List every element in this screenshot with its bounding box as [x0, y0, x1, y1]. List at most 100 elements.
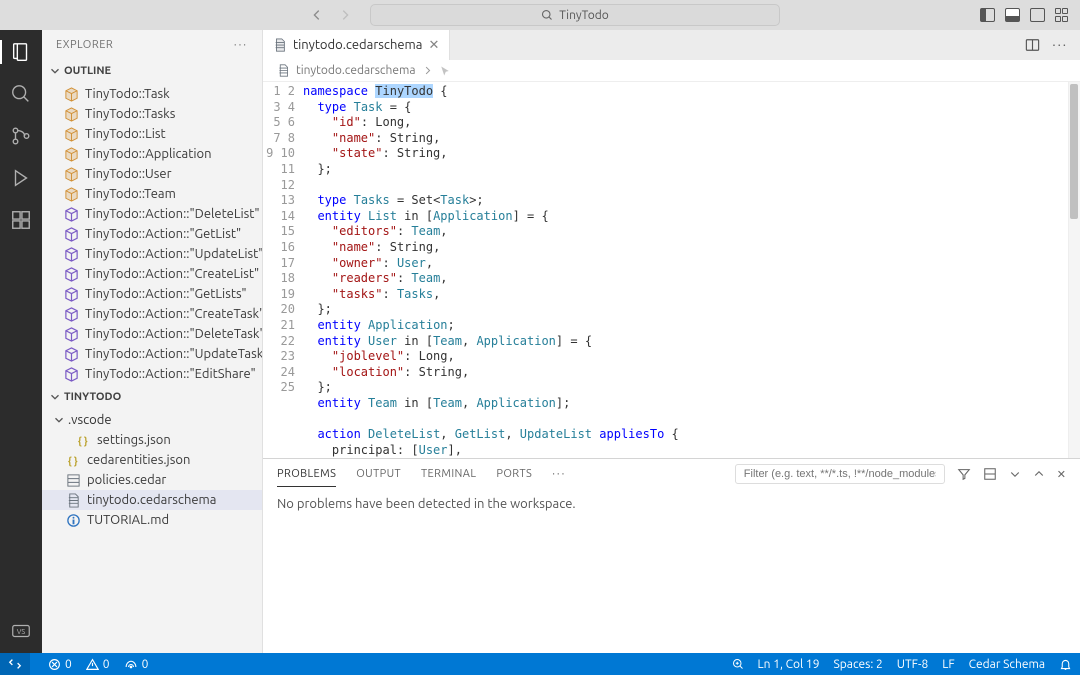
outline-item[interactable]: TinyTodo::Action::"EditShare": [42, 364, 262, 384]
folder-item[interactable]: .vscode: [42, 410, 262, 430]
outline-label: TinyTodo::Tasks: [85, 107, 175, 121]
outline-item[interactable]: TinyTodo::Application: [42, 144, 262, 164]
status-ln-col[interactable]: Ln 1, Col 19: [758, 658, 820, 671]
tab-terminal[interactable]: TERMINAL: [421, 468, 476, 480]
outline-label: TinyTodo::Action::"DeleteList": [85, 207, 260, 221]
explorer-icon[interactable]: [9, 40, 33, 64]
file-item[interactable]: { }settings.json: [42, 430, 262, 450]
status-eol[interactable]: LF: [942, 658, 954, 671]
editor-area: tinytodo.cedarschema ✕ ··· tinytodo.ceda…: [263, 30, 1080, 653]
split-editor-icon[interactable]: [1025, 38, 1040, 52]
status-spaces[interactable]: Spaces: 2: [833, 658, 882, 671]
outline-item[interactable]: TinyTodo::List: [42, 124, 262, 144]
problems-filter[interactable]: [735, 464, 945, 484]
explorer-header: EXPLORER ···: [42, 30, 262, 60]
outline-label: TinyTodo::Action::"CreateTask": [85, 307, 263, 321]
svg-text:VS: VS: [17, 628, 26, 636]
status-language[interactable]: Cedar Schema: [969, 658, 1045, 671]
project-label: TINYTODO: [64, 391, 121, 403]
minimap[interactable]: [1068, 82, 1080, 458]
toggle-panel-icon[interactable]: [1005, 8, 1020, 22]
breadcrumb-label: tinytodo.cedarschema: [296, 64, 416, 77]
collapse-icon[interactable]: [983, 467, 997, 481]
cursor-icon: [439, 65, 451, 77]
search-icon[interactable]: [9, 82, 33, 106]
status-encoding[interactable]: UTF-8: [897, 658, 928, 671]
code-content[interactable]: namespace TinyTodo { type Task = { "id":…: [303, 82, 1068, 458]
search-placeholder: TinyTodo: [559, 9, 609, 22]
status-zoom[interactable]: [732, 658, 744, 670]
chevron-down-icon: [48, 64, 62, 78]
outline-item[interactable]: TinyTodo::Action::"GetList": [42, 224, 262, 244]
activity-bar: VS: [0, 30, 42, 653]
close-icon[interactable]: ✕: [428, 38, 439, 53]
chevron-right-icon: [422, 65, 433, 76]
outline-item[interactable]: TinyTodo::Tasks: [42, 104, 262, 124]
customize-layout-icon[interactable]: [1055, 8, 1070, 22]
toggle-primary-sidebar-icon[interactable]: [980, 8, 995, 22]
panel-more-icon[interactable]: ···: [552, 468, 566, 480]
overview-ruler[interactable]: [1070, 84, 1078, 219]
file-label: policies.cedar: [87, 473, 166, 487]
outline-item[interactable]: TinyTodo::Action::"DeleteList": [42, 204, 262, 224]
outline-item[interactable]: TinyTodo::User: [42, 164, 262, 184]
back-icon[interactable]: [310, 8, 324, 22]
outline-item[interactable]: TinyTodo::Action::"CreateList": [42, 264, 262, 284]
outline-item[interactable]: TinyTodo::Team: [42, 184, 262, 204]
outline-item[interactable]: TinyTodo::Action::"CreateTask": [42, 304, 262, 324]
explorer-more-icon[interactable]: ···: [234, 39, 248, 51]
outline-label: TinyTodo::Action::"CreateList": [85, 267, 259, 281]
search-icon: [541, 9, 553, 21]
breadcrumb[interactable]: tinytodo.cedarschema: [263, 60, 1080, 82]
status-warnings[interactable]: 0: [86, 658, 110, 671]
outline-item[interactable]: TinyTodo::Action::"UpdateTask": [42, 344, 262, 364]
file-item[interactable]: policies.cedar: [42, 470, 262, 490]
tab-tinytodo-schema[interactable]: tinytodo.cedarschema ✕: [263, 30, 450, 60]
file-item[interactable]: TUTORIAL.md: [42, 510, 262, 530]
status-ports[interactable]: 0: [124, 658, 149, 671]
command-center[interactable]: TinyTodo: [370, 4, 780, 26]
file-item[interactable]: tinytodo.cedarschema: [42, 490, 262, 510]
outline-label: TinyTodo::Action::"UpdateList": [85, 247, 263, 261]
status-errors[interactable]: 0: [48, 658, 72, 671]
panel-tabs: PROBLEMS OUTPUT TERMINAL PORTS ··· ✕: [263, 459, 1080, 489]
editor-more-icon[interactable]: ···: [1052, 38, 1068, 52]
tab-problems[interactable]: PROBLEMS: [277, 468, 336, 487]
line-numbers: 1 2 3 4 5 6 7 8 9 10 11 12 13 14 15 16 1…: [263, 82, 303, 458]
tab-output[interactable]: OUTPUT: [356, 468, 401, 480]
chevron-up-icon[interactable]: [1033, 468, 1045, 480]
forward-icon[interactable]: [338, 8, 352, 22]
run-debug-icon[interactable]: [9, 166, 33, 190]
explorer-title: EXPLORER: [56, 39, 113, 51]
toggle-secondary-sidebar-icon[interactable]: [1030, 8, 1045, 22]
outline-section[interactable]: OUTLINE: [42, 60, 262, 82]
outline-label: TinyTodo::Action::"DeleteTask": [85, 327, 263, 341]
title-bar: TinyTodo: [0, 0, 1080, 30]
filter-icon[interactable]: [957, 467, 971, 481]
file-label: tinytodo.cedarschema: [87, 493, 216, 507]
outline-tree: TinyTodo::TaskTinyTodo::TasksTinyTodo::L…: [42, 82, 262, 386]
vs-badge-icon[interactable]: VS: [9, 619, 33, 643]
chevron-down-icon: [52, 413, 66, 427]
outline-label: TinyTodo::Team: [85, 187, 176, 201]
outline-item[interactable]: TinyTodo::Task: [42, 84, 262, 104]
outline-item[interactable]: TinyTodo::Action::"GetLists": [42, 284, 262, 304]
remote-indicator[interactable]: [0, 653, 30, 675]
outline-label: TinyTodo::Action::"EditShare": [85, 367, 256, 381]
outline-label: TinyTodo::Action::"UpdateTask": [85, 347, 263, 361]
chevron-down-icon[interactable]: [1009, 468, 1021, 480]
file-icon: [277, 64, 290, 77]
file-item[interactable]: { }cedarentities.json: [42, 450, 262, 470]
outline-item[interactable]: TinyTodo::Action::"DeleteTask": [42, 324, 262, 344]
notifications-icon[interactable]: [1059, 658, 1072, 671]
status-bar: 0 0 0 Ln 1, Col 19 Spaces: 2 UTF-8 LF Ce…: [0, 653, 1080, 675]
outline-label: TinyTodo::Task: [85, 87, 170, 101]
layout-controls: [980, 8, 1070, 22]
extensions-icon[interactable]: [9, 208, 33, 232]
code-editor[interactable]: 1 2 3 4 5 6 7 8 9 10 11 12 13 14 15 16 1…: [263, 82, 1080, 458]
source-control-icon[interactable]: [9, 124, 33, 148]
project-section[interactable]: TINYTODO: [42, 386, 262, 408]
tab-ports[interactable]: PORTS: [496, 468, 532, 480]
outline-item[interactable]: TinyTodo::Action::"UpdateList": [42, 244, 262, 264]
close-panel-icon[interactable]: ✕: [1057, 468, 1066, 481]
